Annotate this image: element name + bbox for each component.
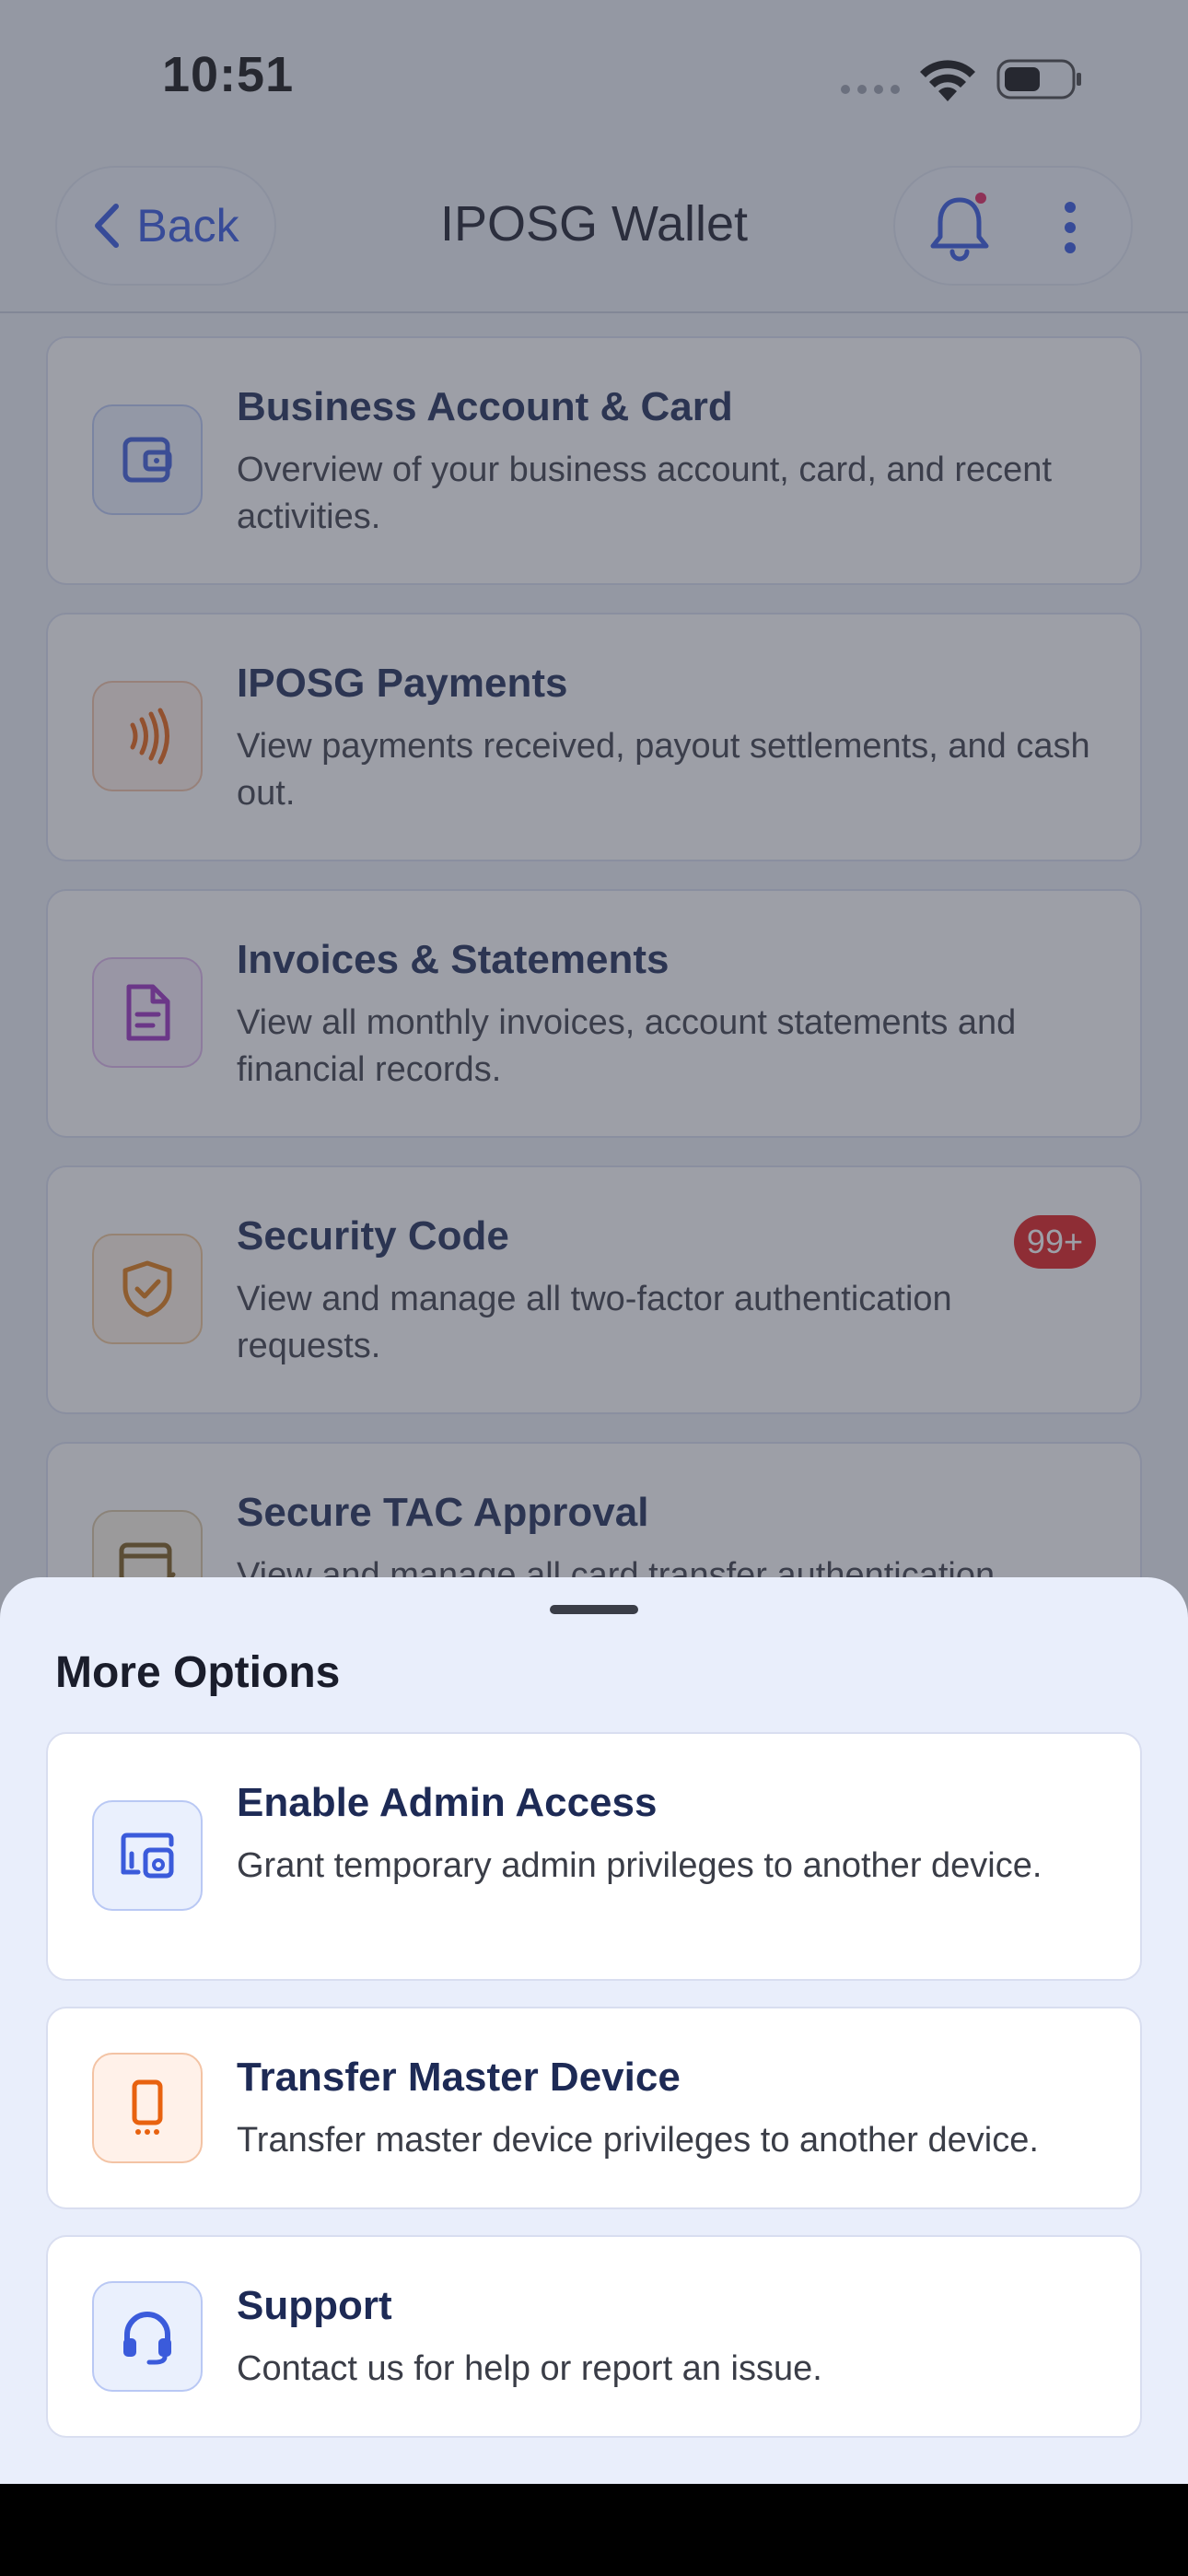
option-description: Grant temporary admin privileges to anot… bbox=[237, 1846, 1042, 1885]
option-support[interactable]: Support Contact us for help or report an… bbox=[46, 2235, 1142, 2438]
sheet-drag-handle[interactable] bbox=[550, 1605, 638, 1614]
option-description: Contact us for help or report an issue. bbox=[237, 2349, 822, 2388]
option-description: Transfer master device privileges to ano… bbox=[237, 2121, 1039, 2160]
headset-icon bbox=[92, 2281, 203, 2392]
sheet-options-list: Enable Admin Access Grant temporary admi… bbox=[46, 1732, 1142, 2464]
devices-icon bbox=[92, 1800, 203, 1911]
sheet-title: More Options bbox=[55, 1648, 341, 1697]
more-options-sheet: More Options Enable Admin Access Grant t… bbox=[0, 1577, 1188, 2484]
screen: 10:51 Back IPOSG Wallet bbox=[0, 0, 1188, 2576]
phone-icon bbox=[92, 2053, 203, 2163]
option-title: Support bbox=[237, 2283, 392, 2328]
option-enable-admin-access[interactable]: Enable Admin Access Grant temporary admi… bbox=[46, 1732, 1142, 1981]
option-transfer-master-device[interactable]: Transfer Master Device Transfer master d… bbox=[46, 2007, 1142, 2209]
option-title: Transfer Master Device bbox=[237, 2055, 681, 2100]
option-title: Enable Admin Access bbox=[237, 1780, 658, 1825]
home-indicator-area bbox=[0, 2484, 1188, 2576]
